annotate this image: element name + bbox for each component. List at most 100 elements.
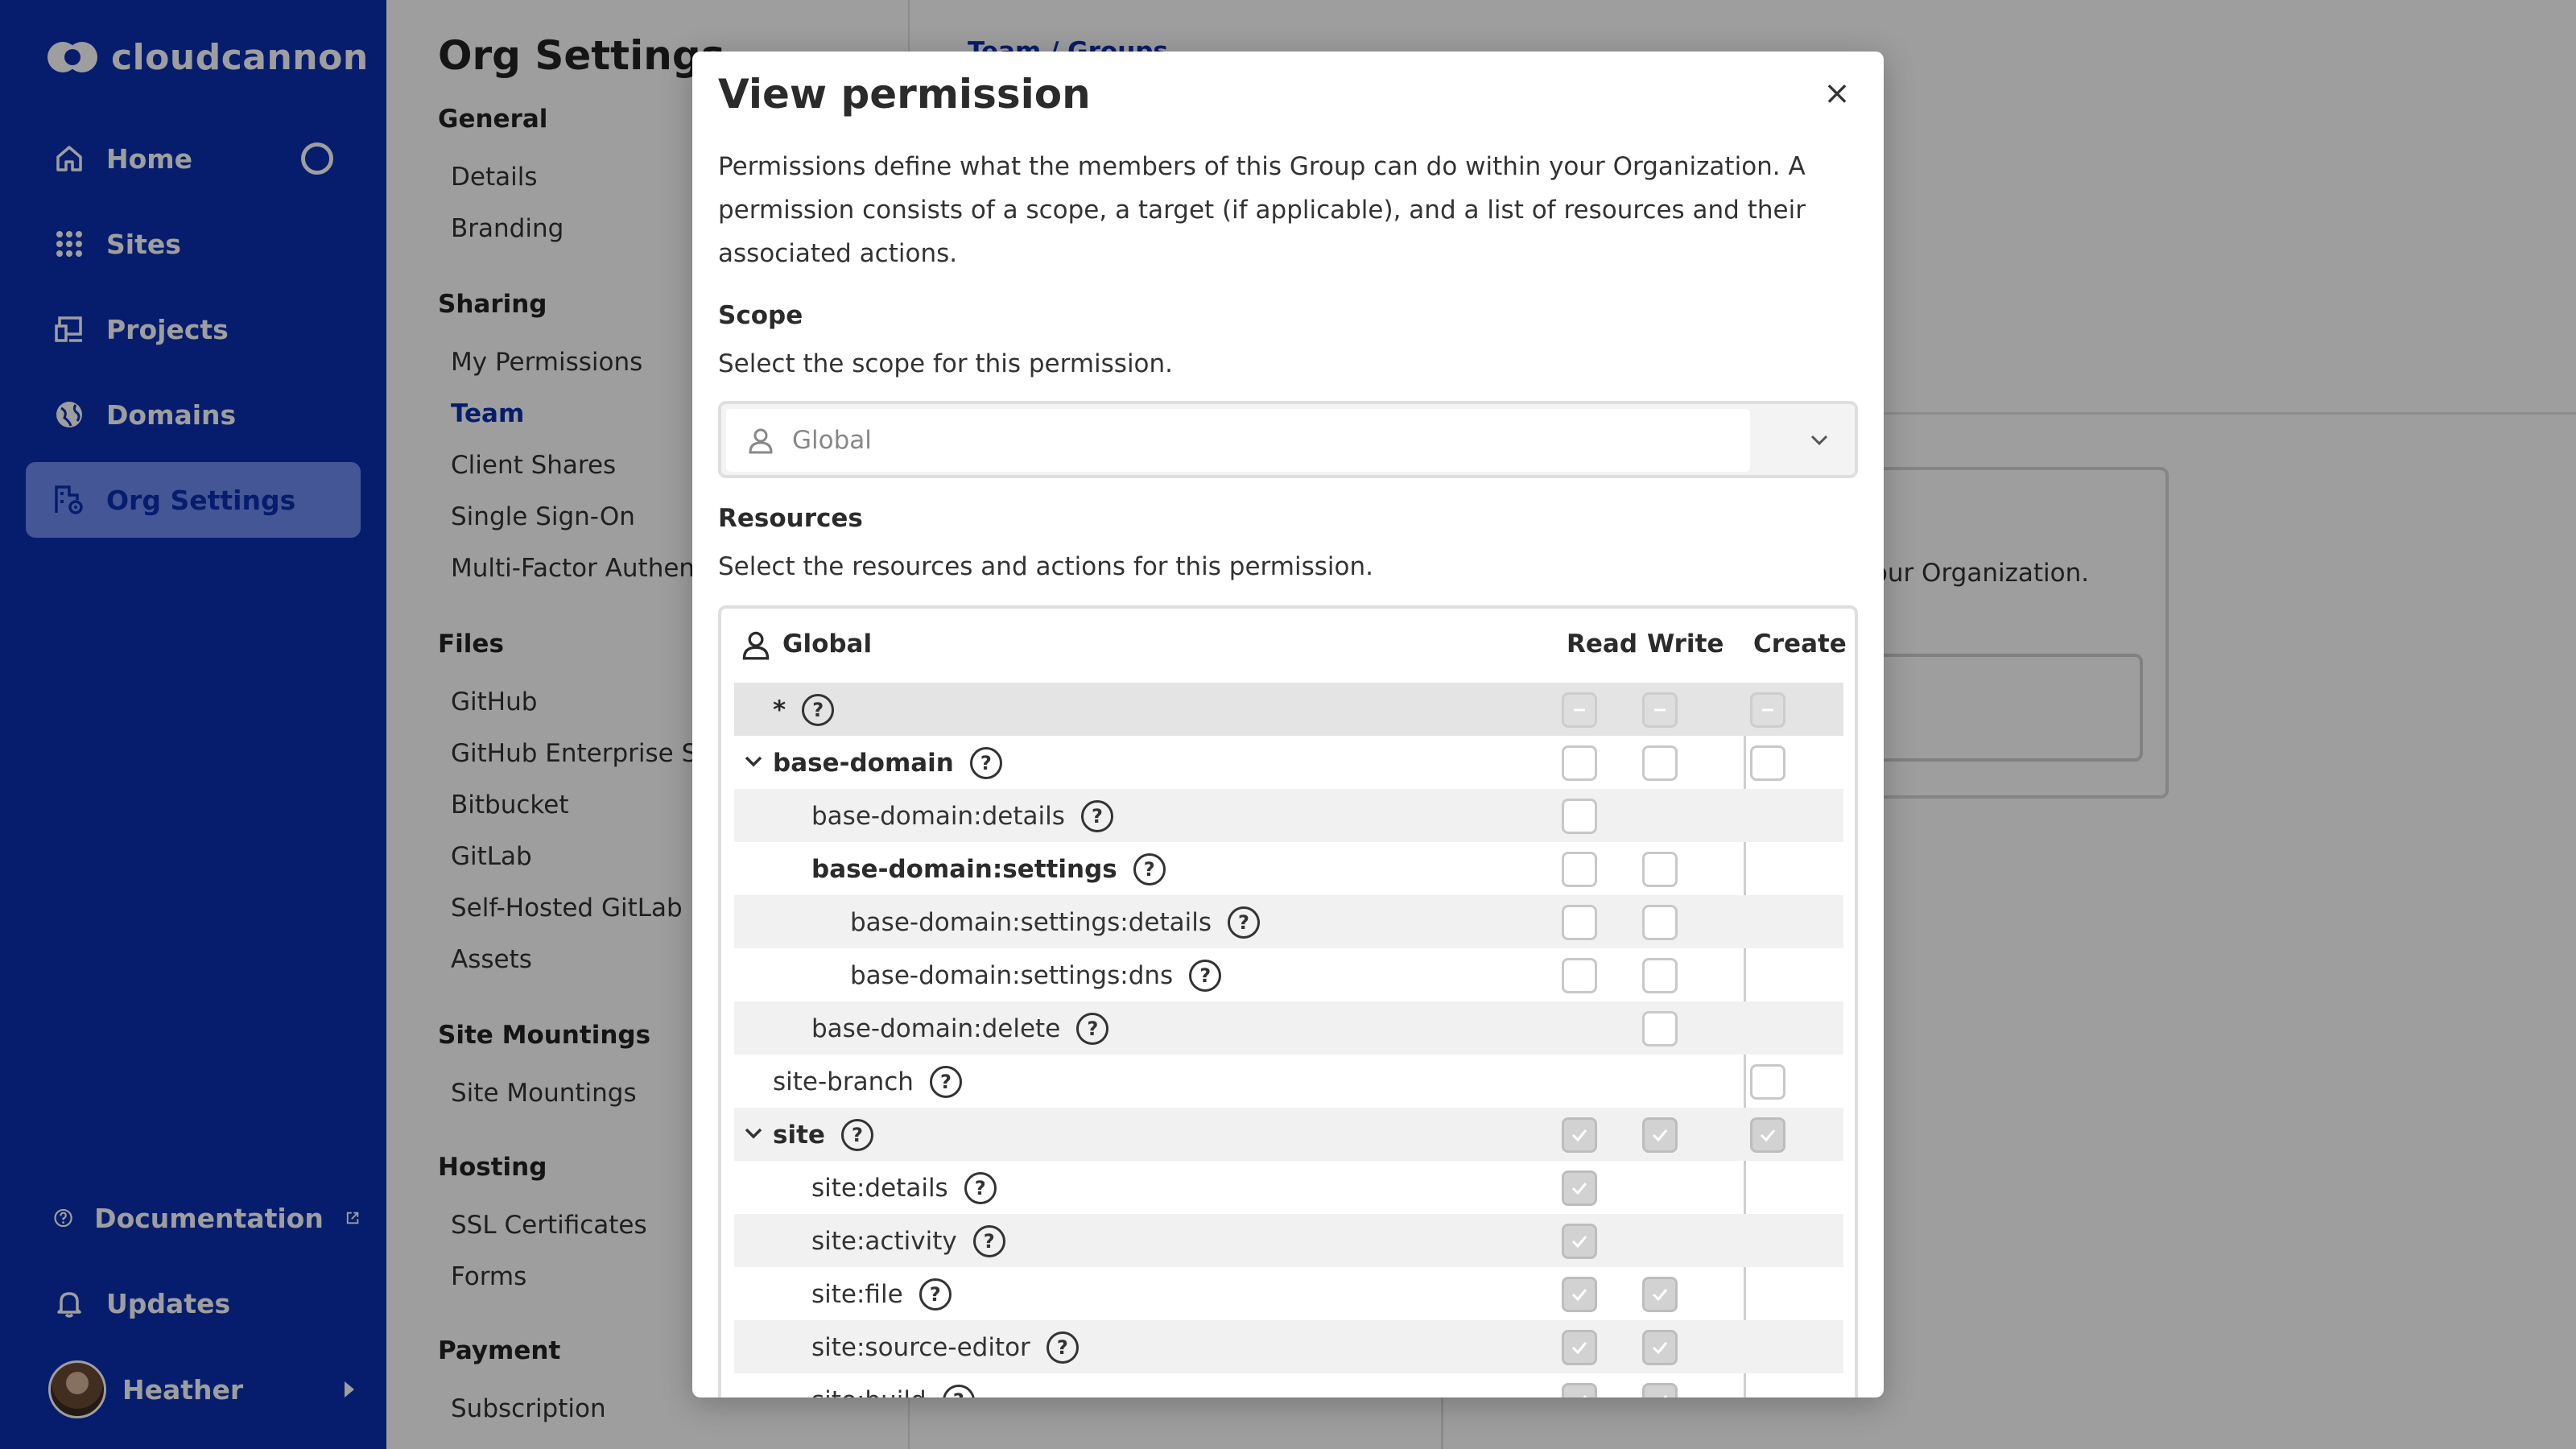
resource-label: site:build? [811, 1385, 975, 1397]
resource-row: site:source-editor? [734, 1320, 1843, 1373]
resource-row: site:file? [734, 1267, 1843, 1320]
view-permission-modal: View permission × Permissions define wha… [692, 52, 1884, 1397]
chevron-down-icon[interactable] [742, 750, 765, 773]
write-checkbox[interactable] [1642, 1011, 1678, 1046]
read-checkbox[interactable] [1562, 799, 1597, 834]
resource-label: base-domain:delete? [811, 1013, 1109, 1045]
resource-row: base-domain:settings? [734, 842, 1843, 895]
read-checkbox[interactable] [1562, 958, 1597, 993]
help-icon[interactable]: ? [840, 1119, 873, 1151]
resource-name: site:activity [811, 1227, 957, 1256]
read-checkbox[interactable] [1562, 905, 1597, 940]
resource-name: base-domain:settings:details [850, 908, 1212, 937]
create-checkbox[interactable] [1750, 1117, 1785, 1153]
read-checkbox[interactable] [1562, 692, 1597, 728]
modal-title: View permission [718, 71, 1091, 118]
resource-label: site:source-editor? [811, 1331, 1079, 1364]
resource-label: site-branch? [773, 1066, 962, 1098]
resource-row: site:build? [734, 1373, 1843, 1397]
read-checkbox[interactable] [1562, 1277, 1597, 1312]
resource-row: base-domain:settings:dns? [734, 948, 1843, 1001]
write-checkbox[interactable] [1642, 958, 1678, 993]
column-create: Create [1753, 630, 1847, 658]
resource-label: base-domain:settings:details? [850, 906, 1260, 939]
read-checkbox[interactable] [1562, 852, 1597, 887]
resource-name: base-domain:settings:dns [850, 961, 1174, 990]
scope-select-value: Global [792, 426, 872, 455]
column-read: Read [1567, 630, 1638, 658]
scope-select[interactable]: Global [718, 401, 1858, 478]
write-checkbox[interactable] [1642, 1117, 1678, 1153]
write-checkbox[interactable] [1642, 1277, 1678, 1312]
read-checkbox[interactable] [1562, 1117, 1597, 1153]
table-title: Global [782, 630, 873, 658]
resource-name: site:details [811, 1174, 948, 1203]
resources-description: Select the resources and actions for thi… [718, 552, 1373, 581]
help-icon[interactable]: ? [1046, 1331, 1079, 1364]
resource-row: site-branch? [734, 1055, 1843, 1108]
help-icon[interactable]: ? [1227, 906, 1260, 939]
resource-name: site:file [811, 1280, 903, 1309]
read-checkbox[interactable] [1562, 1330, 1597, 1365]
scope-description: Select the scope for this permission. [718, 349, 1174, 378]
scope-title: Scope [718, 301, 803, 330]
help-icon[interactable]: ? [964, 1172, 997, 1204]
create-checkbox[interactable] [1750, 692, 1785, 728]
modal-intro: Permissions define what the members of t… [718, 152, 1806, 268]
write-checkbox[interactable] [1642, 852, 1678, 887]
create-checkbox[interactable] [1750, 1064, 1785, 1100]
help-icon[interactable]: ? [1133, 853, 1166, 886]
resource-row: base-domain:details? [734, 789, 1843, 842]
resource-row: *? [734, 683, 1843, 736]
help-icon[interactable]: ? [942, 1385, 975, 1397]
close-button[interactable]: × [1819, 76, 1855, 111]
resource-row: base-domain:delete? [734, 1001, 1843, 1055]
resource-name: site:build [811, 1386, 927, 1397]
resource-label: site:file? [811, 1278, 952, 1311]
read-checkbox[interactable] [1562, 1170, 1597, 1206]
write-checkbox[interactable] [1642, 1383, 1678, 1397]
write-checkbox[interactable] [1642, 745, 1678, 781]
user-icon [742, 631, 770, 660]
read-checkbox[interactable] [1562, 1224, 1597, 1259]
help-icon[interactable]: ? [919, 1278, 952, 1311]
resource-name: base-domain:delete [811, 1014, 1061, 1043]
resource-name: base-domain:details [811, 802, 1065, 831]
resources-table-header: Global Read Write Create [721, 609, 1855, 683]
help-icon[interactable]: ? [1076, 1013, 1109, 1045]
resource-row: site:details? [734, 1161, 1843, 1214]
resource-label: *? [773, 694, 835, 726]
help-icon[interactable]: ? [972, 1225, 1005, 1257]
resource-label: base-domain:settings:dns? [850, 960, 1222, 992]
user-icon [749, 428, 773, 454]
resource-label: base-domain:details? [811, 800, 1113, 832]
resource-name: * [773, 696, 786, 724]
chevron-down-icon[interactable] [742, 1122, 765, 1145]
resource-name: base-domain [773, 749, 954, 778]
scope-select-field: Global [726, 409, 1750, 472]
help-icon[interactable]: ? [1189, 960, 1222, 992]
write-checkbox[interactable] [1642, 905, 1678, 940]
column-write: Write [1647, 630, 1724, 658]
resource-name: site:source-editor [811, 1333, 1030, 1362]
help-icon[interactable]: ? [929, 1066, 962, 1098]
resource-row: base-domain:settings:details? [734, 895, 1843, 948]
resource-label: base-domain:settings? [811, 853, 1166, 886]
create-checkbox[interactable] [1750, 745, 1785, 781]
read-checkbox[interactable] [1562, 745, 1597, 781]
resources-title: Resources [718, 504, 863, 533]
chevron-down-icon [1810, 435, 1828, 446]
help-icon[interactable]: ? [1080, 800, 1113, 832]
write-checkbox[interactable] [1642, 692, 1678, 728]
help-icon[interactable]: ? [802, 694, 835, 726]
resources-table: Global Read Write Create *? base-domain? b… [718, 605, 1858, 1397]
resource-label: site:activity? [811, 1225, 1005, 1257]
help-icon[interactable]: ? [969, 747, 1002, 779]
resource-name: site-branch [773, 1067, 914, 1096]
resource-label: site? [773, 1119, 873, 1151]
resource-label: site:details? [811, 1172, 997, 1204]
write-checkbox[interactable] [1642, 1330, 1678, 1365]
resource-row: site:activity? [734, 1214, 1843, 1267]
read-checkbox[interactable] [1562, 1383, 1597, 1397]
resource-row: site? [734, 1108, 1843, 1161]
